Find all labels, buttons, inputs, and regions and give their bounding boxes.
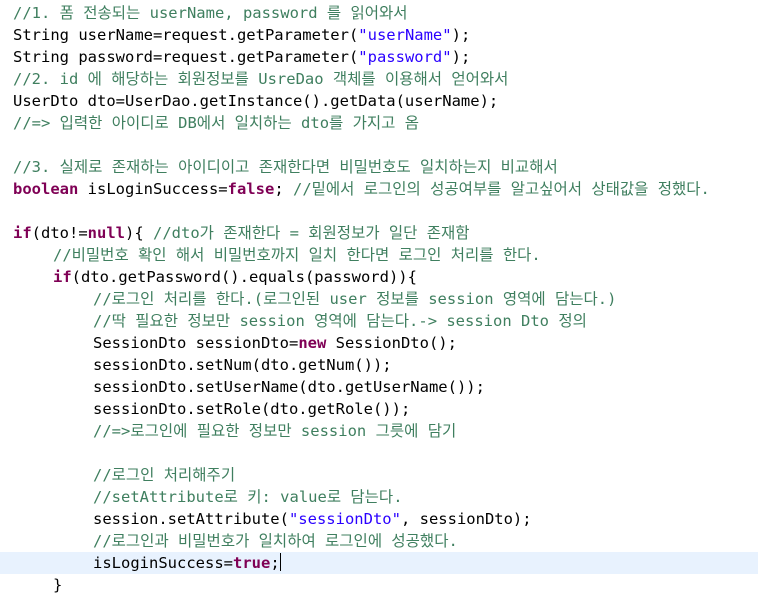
comment-token: //로그인과 비밀번호가 일치하여 로그인에 성공했다. [93, 532, 458, 550]
current-code-line[interactable]: isLoginSuccess=true; [0, 552, 758, 574]
code-line[interactable]: //딱 필요한 정보만 session 영역에 담는다.-> session D… [0, 310, 758, 332]
code-line[interactable]: if(dto.getPassword().equals(password)){ [0, 266, 758, 288]
code-token: sessionDto.setUserName(dto.getUserName()… [93, 378, 485, 396]
code-line[interactable]: //로그인 처리를 한다.(로그인된 user 정보를 session 영역에 … [0, 288, 758, 310]
comment-token: //로그인 처리해주기 [93, 466, 236, 484]
code-line[interactable]: sessionDto.setNum(dto.getNum()); [0, 354, 758, 376]
code-line[interactable] [0, 200, 758, 222]
keyword-token: if [13, 224, 32, 242]
code-line[interactable]: //비밀번호 확인 해서 비밀번호까지 일치 한다면 로그인 처리를 한다. [0, 244, 758, 266]
code-token: ; [270, 554, 280, 572]
code-token: String password=request.getParameter( [13, 48, 359, 66]
string-literal: "userName" [358, 26, 452, 44]
code-token: ; [274, 180, 293, 198]
comment-token: //비밀번호 확인 해서 비밀번호까지 일치 한다면 로그인 처리를 한다. [53, 246, 541, 264]
code-line[interactable]: //=>로그인에 필요한 정보만 session 그릇에 담기 [0, 420, 758, 442]
code-line[interactable]: SessionDto sessionDto=new SessionDto(); [0, 332, 758, 354]
string-literal: "password" [358, 48, 452, 66]
comment-token: //로그인 처리를 한다.(로그인된 user 정보를 session 영역에 … [93, 290, 617, 308]
code-token: String userName=request.getParameter( [13, 26, 359, 44]
code-line[interactable]: boolean isLoginSuccess=false; //밑에서 로그인의… [0, 178, 758, 200]
code-token: ); [451, 26, 471, 44]
code-line[interactable]: //setAttribute로 키: value로 담는다. [0, 486, 758, 508]
keyword-token: if [53, 268, 72, 286]
code-line[interactable]: if(dto!=null){ //dto가 존재한다 = 회원정보가 일단 존재… [0, 222, 758, 244]
code-line[interactable]: //로그인 처리해주기 [0, 464, 758, 486]
code-token: (dto.getPassword().equals(password)){ [71, 268, 417, 286]
comment-token: //=> 입력한 아이디로 DB에서 일치하는 dto를 가지고 옴 [13, 114, 419, 132]
code-token: (dto!= [31, 224, 88, 242]
code-line[interactable]: String userName=request.getParameter("us… [0, 24, 758, 46]
comment-token: //setAttribute로 키: value로 담는다. [93, 488, 403, 506]
code-line[interactable]: sessionDto.setUserName(dto.getUserName()… [0, 376, 758, 398]
code-token: sessionDto.setNum(dto.getNum()); [93, 356, 392, 374]
keyword-token: null [87, 224, 125, 242]
code-line[interactable]: UserDto dto=UserDao.getInstance().getDat… [0, 90, 758, 112]
code-line[interactable]: String password=request.getParameter("pa… [0, 46, 758, 68]
code-line[interactable]: //2. id 에 해당하는 회원정보를 UsreDao 객체를 이용해서 얻어… [0, 68, 758, 90]
comment-token: //3. 실제로 존재하는 아이디이고 존재한다면 비밀번호도 일치하는지 비교… [13, 158, 558, 176]
comment-token: //2. id 에 해당하는 회원정보를 UsreDao 객체를 이용해서 얻어… [13, 70, 509, 88]
keyword-token: true [232, 554, 271, 572]
code-token: } [53, 576, 63, 594]
code-token: sessionDto.setRole(dto.getRole()); [93, 400, 411, 418]
code-token: isLoginSuccess= [78, 180, 228, 198]
code-token: isLoginSuccess= [93, 554, 233, 572]
code-line[interactable] [0, 442, 758, 464]
code-token: ); [451, 48, 471, 66]
code-editor[interactable]: //1. 폼 전송되는 userName, password 를 읽어와서 Str… [0, 0, 758, 594]
comment-token: //=>로그인에 필요한 정보만 session 그릇에 담기 [93, 422, 457, 440]
keyword-token: boolean [13, 180, 79, 198]
code-token: SessionDto sessionDto= [93, 334, 299, 352]
comment-token: //밑에서 로그인의 성공여부를 알고싶어서 상태값을 정했다. [292, 180, 710, 198]
comment-token: //dto가 존재한다 = 회원정보가 일단 존재함 [153, 224, 470, 242]
comment-token: //딱 필요한 정보만 session 영역에 담는다.-> session D… [93, 312, 587, 330]
code-line[interactable]: //=> 입력한 아이디로 DB에서 일치하는 dto를 가지고 옴 [0, 112, 758, 134]
code-line[interactable]: session.setAttribute("sessionDto", sessi… [0, 508, 758, 530]
comment-token: //1. 폼 전송되는 userName, password 를 읽어와서 [13, 4, 408, 22]
code-line[interactable]: //3. 실제로 존재하는 아이디이고 존재한다면 비밀번호도 일치하는지 비교… [0, 156, 758, 178]
code-token: , sessionDto); [400, 510, 532, 528]
code-token: SessionDto(); [326, 334, 457, 352]
string-literal: "sessionDto" [288, 510, 401, 528]
text-caret [279, 553, 281, 571]
code-line[interactable]: } [0, 574, 758, 594]
code-token: ){ [125, 224, 153, 242]
keyword-token: new [298, 334, 327, 352]
code-line[interactable] [0, 134, 758, 156]
code-token: session.setAttribute( [93, 510, 289, 528]
code-line[interactable]: //1. 폼 전송되는 userName, password 를 읽어와서 [0, 2, 758, 24]
code-token: UserDto dto=UserDao.getInstance().getDat… [13, 92, 499, 110]
code-line[interactable]: //로그인과 비밀번호가 일치하여 로그인에 성공했다. [0, 530, 758, 552]
code-line[interactable]: sessionDto.setRole(dto.getRole()); [0, 398, 758, 420]
keyword-token: false [227, 180, 275, 198]
